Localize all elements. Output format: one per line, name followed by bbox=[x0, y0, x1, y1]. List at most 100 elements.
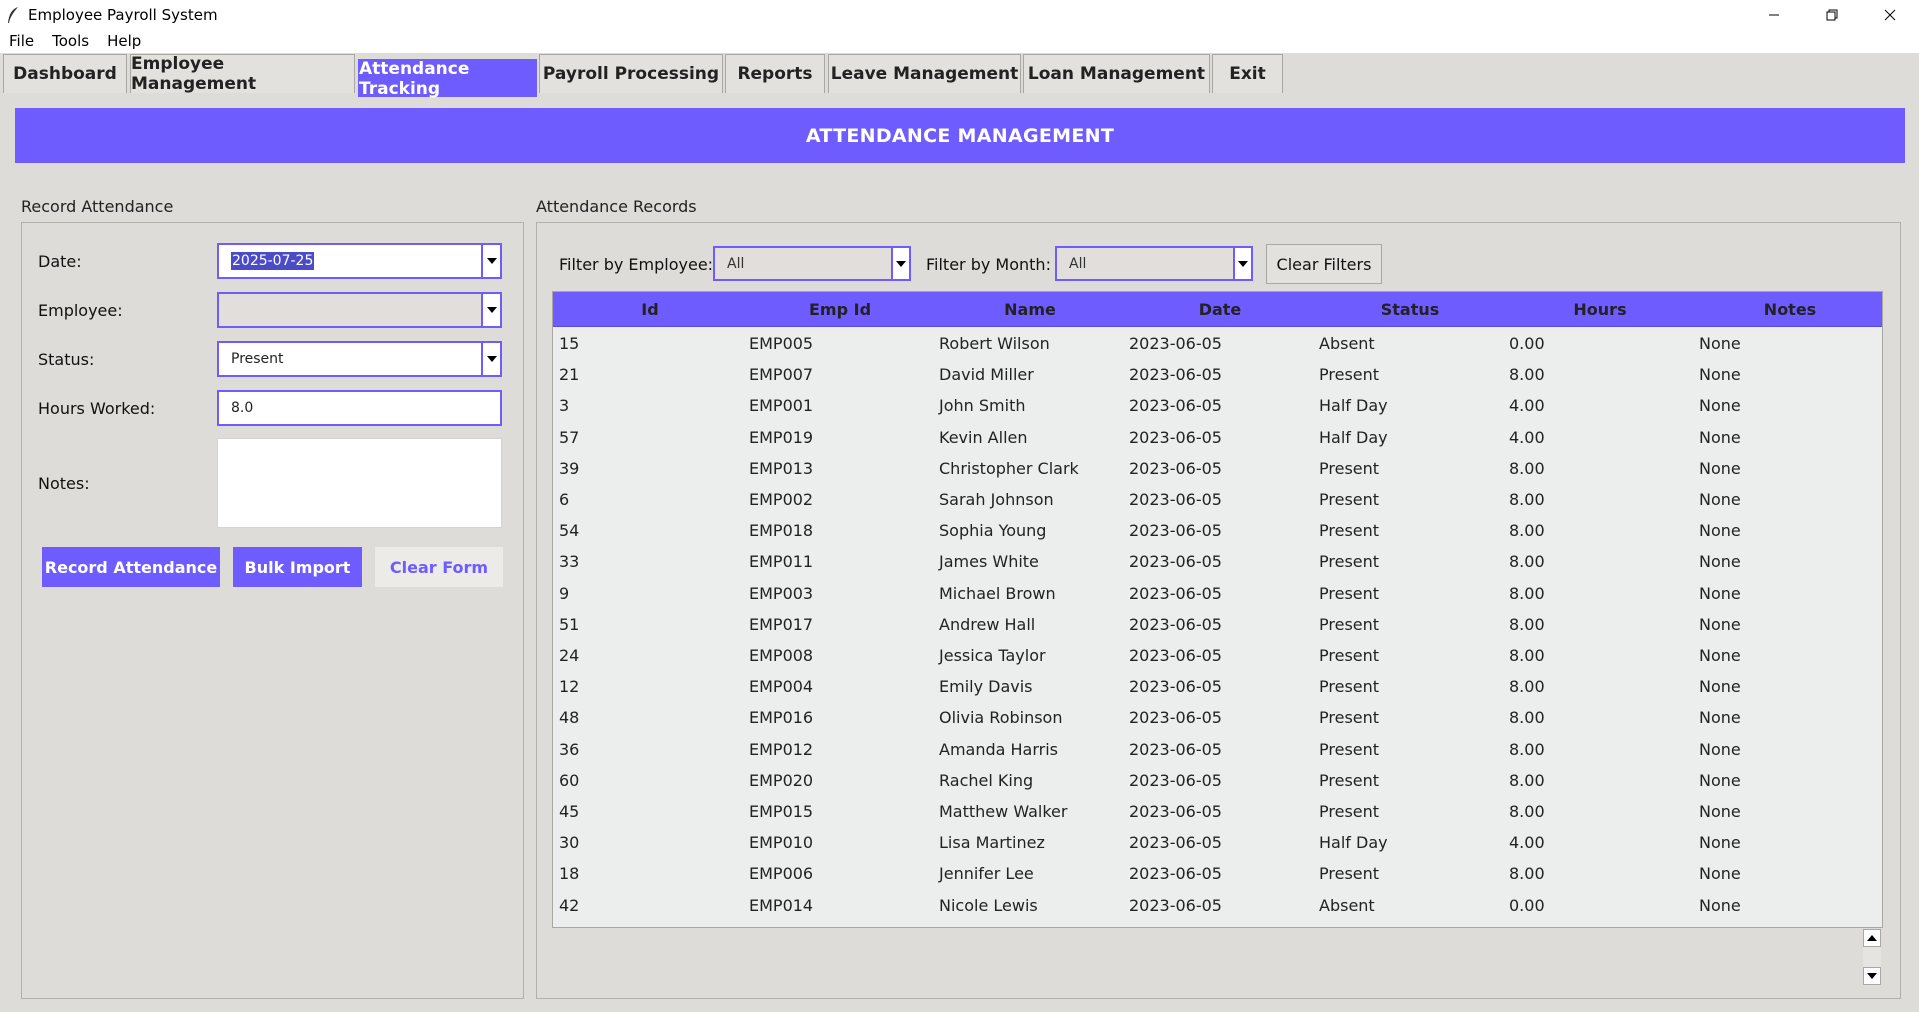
cell-status: Half Day bbox=[1319, 833, 1388, 853]
cell-name: Lisa Martinez bbox=[939, 833, 1045, 853]
table-row[interactable]: 33 EMP011 James White 2023-06-05 Present 8.00… bbox=[553, 546, 1882, 577]
chevron-down-icon bbox=[486, 258, 497, 264]
tab-attendance-tracking[interactable]: Attendance Tracking bbox=[358, 59, 537, 99]
window-title: Employee Payroll System bbox=[28, 5, 218, 24]
tab-leave-management[interactable]: Leave Management bbox=[828, 54, 1021, 93]
window-controls bbox=[1745, 0, 1919, 29]
cell-notes: None bbox=[1699, 521, 1741, 541]
cell-emp-id: EMP001 bbox=[749, 396, 814, 416]
cell-name: Sophia Young bbox=[939, 521, 1047, 541]
table-scrollbar[interactable] bbox=[1862, 929, 1882, 985]
menu-file[interactable]: File bbox=[0, 32, 43, 50]
cell-date: 2023-06-05 bbox=[1129, 427, 1222, 447]
tab-employee-management[interactable]: Employee Management bbox=[130, 54, 355, 94]
table-row[interactable]: 21 EMP007 David Miller 2023-06-05 Present 8.0… bbox=[553, 359, 1882, 390]
filter-month-dropdown-arrow[interactable] bbox=[1233, 248, 1251, 279]
column-header-name[interactable]: Name bbox=[935, 292, 1125, 327]
cell-hours: 8.00 bbox=[1509, 365, 1545, 385]
column-header-status[interactable]: Status bbox=[1315, 292, 1505, 327]
status-dropdown-arrow[interactable] bbox=[481, 343, 500, 375]
filter-employee-dropdown-arrow[interactable] bbox=[891, 248, 909, 279]
cell-name: Emily Davis bbox=[939, 677, 1033, 697]
table-row[interactable]: 12 EMP004 Emily Davis 2023-06-05 Present 8.00… bbox=[553, 671, 1882, 702]
tab-exit[interactable]: Exit bbox=[1212, 54, 1283, 93]
table-row[interactable]: 3 EMP001 John Smith 2023-06-05 Half Day 4.00 N… bbox=[553, 390, 1882, 421]
status-combobox[interactable]: Present bbox=[217, 341, 502, 377]
cell-date: 2023-06-05 bbox=[1129, 334, 1222, 353]
tab-reports[interactable]: Reports bbox=[725, 54, 825, 93]
tab-dashboard[interactable]: Dashboard bbox=[3, 54, 127, 93]
filter-month-combobox[interactable]: All bbox=[1055, 246, 1253, 281]
table-row[interactable]: 9 EMP003 Michael Brown 2023-06-05 Present 8.0… bbox=[553, 578, 1882, 609]
filter-employee-combobox[interactable]: All bbox=[713, 246, 911, 281]
cell-name: Robert Wilson bbox=[939, 334, 1050, 353]
table-row[interactable]: 54 EMP018 Sophia Young 2023-06-05 Present 8.0… bbox=[553, 515, 1882, 546]
table-row[interactable]: 15 EMP005 Robert Wilson 2023-06-05 Absent 0.0… bbox=[553, 328, 1882, 359]
table-row[interactable]: 6 EMP002 Sarah Johnson 2023-06-05 Present 8.0… bbox=[553, 484, 1882, 515]
cell-emp-id: EMP013 bbox=[749, 458, 814, 478]
minimize-button[interactable] bbox=[1745, 0, 1803, 29]
chevron-down-icon bbox=[1867, 973, 1877, 979]
menu-help[interactable]: Help bbox=[98, 32, 150, 50]
cell-id: 48 bbox=[559, 708, 580, 728]
column-header-id[interactable]: Id bbox=[555, 292, 745, 327]
cell-notes: None bbox=[1699, 646, 1741, 665]
cell-date: 2023-06-05 bbox=[1129, 895, 1222, 915]
column-header-notes[interactable]: Notes bbox=[1695, 292, 1885, 327]
cell-status: Present bbox=[1319, 614, 1380, 634]
table-row[interactable]: 60 EMP020 Rachel King 2023-06-05 Present 8.00… bbox=[553, 765, 1882, 796]
scroll-up-button[interactable] bbox=[1863, 929, 1881, 947]
clear-form-button[interactable]: Clear Form bbox=[375, 547, 503, 587]
bulk-import-button[interactable]: Bulk Import bbox=[233, 547, 362, 587]
cell-emp-id: EMP010 bbox=[749, 833, 814, 853]
attendance-table[interactable]: Id Emp Id Name Date Status Hours Notes 1… bbox=[552, 291, 1883, 928]
date-combobox[interactable]: 2025-07-25 bbox=[217, 243, 502, 279]
date-dropdown-arrow[interactable] bbox=[481, 245, 500, 277]
table-row[interactable]: 36 EMP012 Amanda Harris 2023-06-05 Present 8.… bbox=[553, 734, 1882, 765]
employee-label: Employee: bbox=[38, 301, 123, 320]
menu-tools[interactable]: Tools bbox=[43, 32, 98, 50]
cell-notes: None bbox=[1699, 739, 1741, 759]
employee-combobox[interactable] bbox=[217, 292, 502, 328]
record-attendance-button[interactable]: Record Attendance bbox=[42, 547, 220, 587]
hours-worked-input[interactable]: 8.0 bbox=[217, 390, 502, 426]
restore-button[interactable] bbox=[1803, 0, 1861, 29]
filter-month-label: Filter by Month: bbox=[926, 255, 1051, 274]
filter-employee-label: Filter by Employee: bbox=[559, 255, 714, 274]
table-row[interactable]: 30 EMP010 Lisa Martinez 2023-06-05 Half Day 4… bbox=[553, 827, 1882, 858]
table-row[interactable]: 39 EMP013 Christopher Clark 2023-06-05 Prese… bbox=[553, 453, 1882, 484]
cell-date: 2023-06-05 bbox=[1129, 614, 1222, 634]
tab-loan-management[interactable]: Loan Management bbox=[1023, 54, 1210, 93]
clear-filters-button[interactable]: Clear Filters bbox=[1266, 244, 1382, 284]
table-row[interactable]: 42 EMP014 Nicole Lewis 2023-06-05 Absent 0.00… bbox=[553, 890, 1882, 921]
column-header-date[interactable]: Date bbox=[1125, 292, 1315, 327]
notes-textarea[interactable] bbox=[217, 438, 502, 528]
table-row[interactable]: 24 EMP008 Jessica Taylor 2023-06-05 Present 8… bbox=[553, 640, 1882, 671]
cell-name: Nicole Lewis bbox=[939, 895, 1038, 915]
table-row[interactable]: 57 EMP019 Kevin Allen 2023-06-05 Half Day 4.0… bbox=[553, 422, 1882, 453]
table-row[interactable]: 51 EMP017 Andrew Hall 2023-06-05 Present 8.00… bbox=[553, 609, 1882, 640]
status-value: Present bbox=[231, 351, 284, 367]
cell-emp-id: EMP005 bbox=[749, 334, 814, 353]
cell-hours: 8.00 bbox=[1509, 552, 1545, 572]
cell-status: Present bbox=[1319, 739, 1380, 759]
cell-status: Present bbox=[1319, 708, 1380, 728]
cell-hours: 4.00 bbox=[1509, 833, 1545, 853]
cell-hours: 8.00 bbox=[1509, 770, 1545, 790]
close-button[interactable] bbox=[1861, 0, 1919, 29]
cell-hours: 8.00 bbox=[1509, 677, 1545, 697]
cell-hours: 8.00 bbox=[1509, 583, 1545, 603]
table-row[interactable]: 45 EMP015 Matthew Walker 2023-06-05 Present 8… bbox=[553, 796, 1882, 827]
scroll-down-button[interactable] bbox=[1863, 967, 1881, 985]
table-row[interactable]: 18 EMP006 Jennifer Lee 2023-06-05 Present 8.0… bbox=[553, 858, 1882, 889]
tab-payroll-processing[interactable]: Payroll Processing bbox=[539, 54, 723, 93]
scroll-track[interactable] bbox=[1863, 947, 1881, 967]
cell-emp-id: EMP018 bbox=[749, 521, 814, 541]
column-header-emp-id[interactable]: Emp Id bbox=[745, 292, 935, 327]
cell-hours: 0.00 bbox=[1509, 895, 1545, 915]
cell-notes: None bbox=[1699, 583, 1741, 603]
column-header-hours[interactable]: Hours bbox=[1505, 292, 1695, 327]
employee-dropdown-arrow[interactable] bbox=[481, 294, 500, 326]
table-row[interactable]: 48 EMP016 Olivia Robinson 2023-06-05 Present… bbox=[553, 702, 1882, 733]
cell-name: David Miller bbox=[939, 365, 1034, 385]
